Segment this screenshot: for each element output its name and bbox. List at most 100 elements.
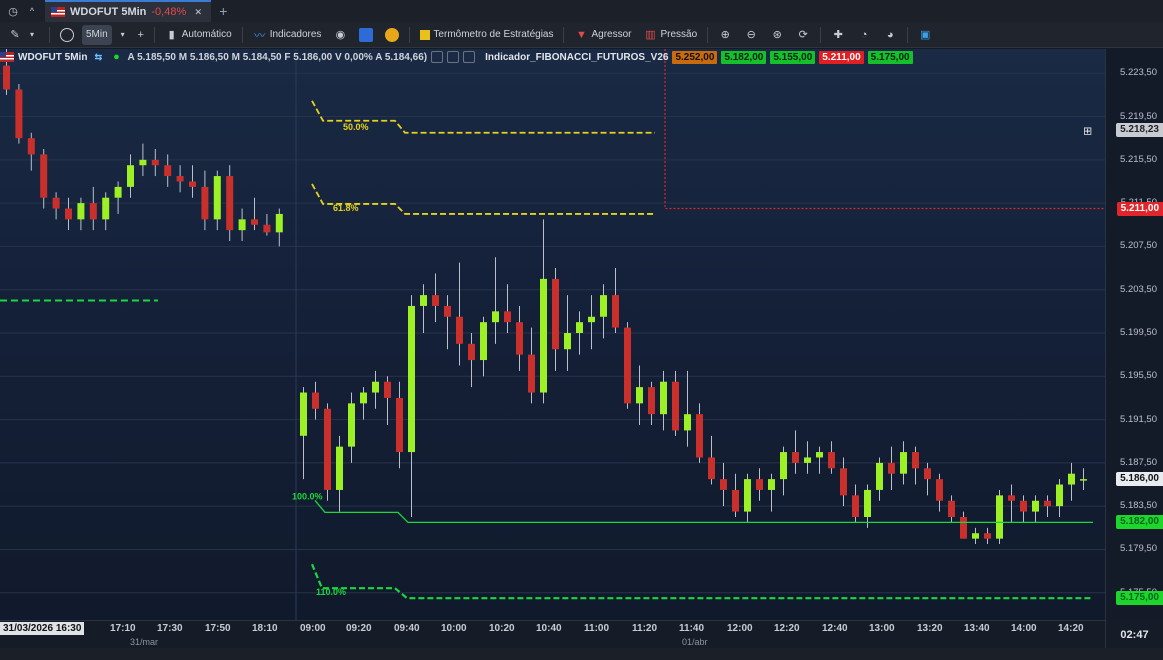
- candle-bull[interactable]: [213, 176, 221, 220]
- candle-bear[interactable]: [936, 479, 943, 501]
- candle-bear[interactable]: [65, 208, 72, 220]
- candle-bear[interactable]: [756, 479, 763, 490]
- candle-bear[interactable]: [1044, 500, 1051, 507]
- candle-bear[interactable]: [226, 176, 234, 231]
- candle-bear[interactable]: [456, 316, 463, 344]
- candle-bull[interactable]: [275, 213, 283, 233]
- candle-bull[interactable]: [576, 322, 583, 333]
- chart-canvas[interactable]: 50.0% 61.8% 100.0% 110.0% ⊞: [0, 49, 1105, 620]
- candle-bull[interactable]: [372, 381, 379, 393]
- price-chart[interactable]: 50.0% 61.8% 100.0% 110.0% ⊞: [0, 49, 1105, 620]
- candle-bear[interactable]: [89, 203, 97, 220]
- candle-bear[interactable]: [384, 381, 391, 398]
- candle-bear[interactable]: [468, 343, 475, 361]
- candle-bear[interactable]: [176, 176, 184, 182]
- candle-bear[interactable]: [432, 295, 439, 306]
- candle-bull[interactable]: [816, 452, 823, 458]
- candle-bull[interactable]: [780, 452, 787, 480]
- window-menu[interactable]: ◷ ^: [0, 0, 45, 22]
- candle-bull[interactable]: [480, 322, 487, 361]
- candle-bull[interactable]: [600, 295, 607, 317]
- clock-button[interactable]: [56, 25, 78, 45]
- indicators-button[interactable]: 〰 Indicadores: [249, 25, 326, 45]
- candle-bear[interactable]: [164, 165, 172, 177]
- candle-bull[interactable]: [876, 462, 883, 490]
- candle-bear[interactable]: [151, 159, 159, 166]
- candle-bull[interactable]: [1056, 484, 1063, 507]
- candle-bull[interactable]: [540, 278, 547, 393]
- candle-bull[interactable]: [636, 387, 643, 404]
- add-icon[interactable]: [463, 51, 476, 63]
- candle-bear[interactable]: [948, 500, 955, 517]
- candle-bear[interactable]: [912, 452, 919, 469]
- candle-bull[interactable]: [360, 392, 367, 404]
- candle-bull[interactable]: [336, 446, 343, 490]
- candle-bear[interactable]: [528, 354, 535, 393]
- candle-bull[interactable]: [684, 414, 691, 431]
- candle-bear[interactable]: [732, 489, 739, 512]
- candle-bull[interactable]: [972, 533, 979, 539]
- pressure-button[interactable]: ▥ Pressão: [640, 25, 702, 45]
- candle-bear[interactable]: [189, 181, 196, 187]
- candle-bull[interactable]: [804, 457, 811, 463]
- candle-bear[interactable]: [960, 517, 967, 539]
- crosshair-button[interactable]: ✚: [827, 25, 849, 45]
- candle-bear[interactable]: [696, 414, 703, 458]
- replay-button[interactable]: ◕: [879, 25, 901, 45]
- candle-bear[interactable]: [708, 457, 715, 480]
- candle-bear[interactable]: [552, 278, 559, 350]
- close-icon[interactable]: ✕: [191, 5, 205, 19]
- candle-bear[interactable]: [201, 186, 209, 220]
- aggressor-button[interactable]: ▼ Agressor: [570, 25, 635, 45]
- candle-bear[interactable]: [612, 295, 619, 328]
- candle-bear[interactable]: [3, 65, 10, 90]
- candle-bear[interactable]: [720, 479, 727, 490]
- candle-bear[interactable]: [444, 305, 451, 317]
- candle-bear[interactable]: [840, 468, 847, 496]
- chevron-down-icon[interactable]: ▾: [116, 28, 130, 42]
- candle-bull[interactable]: [768, 479, 775, 490]
- candle-bear[interactable]: [624, 327, 631, 404]
- candle-bull[interactable]: [1068, 473, 1075, 485]
- candle-bear[interactable]: [263, 224, 271, 233]
- candle-bear[interactable]: [852, 495, 859, 517]
- candle-bear[interactable]: [648, 387, 655, 415]
- candle-bear[interactable]: [1020, 500, 1027, 512]
- candle-bear[interactable]: [1008, 495, 1015, 501]
- settings-icon[interactable]: [431, 51, 444, 63]
- candle-bear[interactable]: [888, 462, 895, 474]
- candle-bear[interactable]: [984, 533, 991, 539]
- refresh-button[interactable]: ⟳: [792, 25, 814, 45]
- candle-bull[interactable]: [127, 165, 134, 187]
- candle-bull[interactable]: [408, 305, 415, 453]
- candle-bull[interactable]: [900, 452, 907, 474]
- zoom-fit-button[interactable]: ⊛: [766, 25, 788, 45]
- candle-bear[interactable]: [396, 397, 403, 453]
- candle-bear[interactable]: [40, 154, 48, 198]
- tab-wdofut[interactable]: WDOFUT 5Min -0,48% ✕: [45, 0, 212, 22]
- minimize-icon[interactable]: [447, 51, 460, 63]
- candle-bull[interactable]: [420, 295, 427, 306]
- crosshair-icon[interactable]: ⊞: [1083, 124, 1092, 137]
- candle-bear[interactable]: [324, 408, 331, 490]
- candle-bull[interactable]: [864, 489, 871, 517]
- price-axis[interactable]: 5.223,505.219,505.215,505.211,505.207,50…: [1105, 49, 1163, 620]
- plus-icon[interactable]: +: [134, 28, 148, 42]
- candle-bull[interactable]: [102, 197, 110, 220]
- candle-bear[interactable]: [924, 468, 931, 480]
- candle-bull[interactable]: [660, 381, 667, 415]
- blue-tool-button[interactable]: [355, 25, 377, 45]
- gold-tool-button[interactable]: [381, 25, 403, 45]
- candle-bull[interactable]: [238, 219, 246, 231]
- candle-bear[interactable]: [27, 138, 35, 155]
- candle-bull[interactable]: [1080, 479, 1087, 481]
- candle-bull[interactable]: [139, 159, 147, 166]
- zoom-out-button[interactable]: ⊖: [740, 25, 762, 45]
- candle-bear[interactable]: [52, 197, 60, 209]
- history-button[interactable]: ◔: [853, 25, 875, 45]
- visibility-button[interactable]: ◉: [329, 25, 351, 45]
- candle-bull[interactable]: [77, 203, 85, 220]
- candle-bull[interactable]: [348, 403, 355, 447]
- candle-bull[interactable]: [588, 316, 595, 323]
- candle-bear[interactable]: [516, 322, 523, 355]
